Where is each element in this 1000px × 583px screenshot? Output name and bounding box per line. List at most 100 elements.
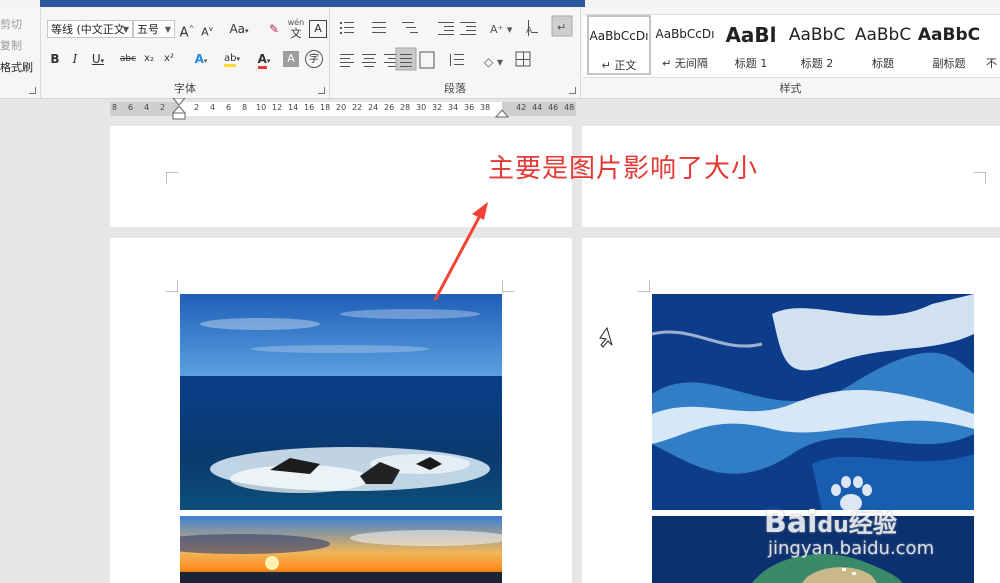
ruler-number: 36 <box>464 103 475 112</box>
subscript-button[interactable]: x₂ <box>141 49 157 69</box>
ruler-number: 16 <box>304 103 315 112</box>
underline-button[interactable]: U▾ <box>87 49 109 69</box>
chevron-down-icon: ▼ <box>122 25 129 34</box>
style-sample: AaBbCcDı <box>655 27 715 41</box>
ruler-number: 12 <box>272 103 283 112</box>
style-normal[interactable]: AaBbCcDı ↵ 正文 <box>587 15 651 75</box>
font-size-dropdown[interactable]: 五号 ▼ <box>133 20 175 38</box>
ruler-number: 42 <box>516 103 527 112</box>
ribbon: 剪切 复制 格式刷 等线 (中文正文 ▼ 五号 ▼ A^ Av Aa▾ ✎ wén … <box>0 8 1000 99</box>
paragraph-group-label: 段落 <box>444 82 466 95</box>
cut-button[interactable]: 剪切 <box>0 16 22 32</box>
strikethrough-button[interactable]: abc <box>117 49 139 69</box>
grow-font-icon: A <box>179 25 189 41</box>
ruler-number: 14 <box>288 103 299 112</box>
style-more[interactable]: 不 <box>983 15 1000 75</box>
mouse-cursor-icon <box>599 327 613 348</box>
right-indent-marker-icon[interactable] <box>495 108 509 118</box>
ruler-number: 30 <box>416 103 427 112</box>
ruler-number: 20 <box>336 103 347 112</box>
ocean-rocks-image[interactable] <box>180 294 502 510</box>
char-border-button[interactable]: A <box>309 20 327 38</box>
style-title[interactable]: AaBbC 标题 <box>851 15 915 75</box>
ruler-number: 32 <box>432 103 443 112</box>
char-shading-icon: A <box>287 52 295 65</box>
style-name: 副标题 <box>932 57 966 70</box>
margin-corner-icon <box>638 280 650 292</box>
font-launcher-icon[interactable] <box>318 87 325 94</box>
shrink-font-button[interactable]: Av <box>199 19 215 39</box>
highlight-button[interactable]: ab▾ <box>217 49 247 69</box>
clear-formatting-button[interactable]: ✎ <box>265 19 283 39</box>
copy-button[interactable]: 复制 <box>0 37 22 53</box>
cut-label: 剪切 <box>0 18 22 31</box>
style-heading-1[interactable]: AaBl 标题 1 <box>719 15 783 75</box>
ruler-number: 8 <box>242 103 248 112</box>
styles-group-label: 样式 <box>779 82 802 95</box>
superscript-button[interactable]: x² <box>161 49 177 69</box>
font-group-label: 字体 <box>174 82 196 95</box>
font-color-button[interactable]: A▾ <box>251 49 277 69</box>
watermark-brand-text: Bai <box>764 505 818 540</box>
italic-icon: I <box>72 52 78 66</box>
bold-icon: B <box>50 52 60 66</box>
ruler-number: 26 <box>384 103 395 112</box>
italic-button[interactable]: I <box>67 49 83 69</box>
highlight-icon: ab <box>224 53 237 67</box>
ruler-number: 22 <box>352 103 363 112</box>
style-heading-2[interactable]: AaBbC 标题 2 <box>785 15 849 75</box>
pinyin-bottom: 文 <box>290 27 302 40</box>
sunset-illustration <box>180 516 502 583</box>
ruler-number: 6 <box>128 103 134 112</box>
horizontal-ruler[interactable]: 8 6 4 2 2 4 6 8 10 12 14 16 18 20 22 24 … <box>110 98 576 120</box>
title-bar <box>0 0 1000 8</box>
text-effects-button[interactable]: A▾ <box>189 49 213 69</box>
enclose-char-icon: 字 <box>309 54 319 65</box>
annotation-arrow-icon <box>433 202 488 301</box>
ruler-number: 4 <box>210 103 216 112</box>
ruler-number: 48 <box>564 103 575 112</box>
ruler-number: 28 <box>400 103 411 112</box>
style-name: 不 <box>986 57 997 70</box>
chevron-down-icon: ▼ <box>164 25 171 34</box>
font-name-dropdown[interactable]: 等线 (中文正文 ▼ <box>47 20 133 38</box>
char-border-icon: A <box>314 22 322 35</box>
phonetic-guide-button[interactable]: wén 文 <box>287 18 305 42</box>
ruler-number: 24 <box>368 103 379 112</box>
baidu-watermark: Baidu经验 jingyan.baidu.com <box>764 476 1000 583</box>
char-shading-button[interactable]: A <box>283 51 299 67</box>
enclose-char-button[interactable]: 字 <box>305 50 323 68</box>
change-case-icon: Aa <box>229 22 246 36</box>
clipboard-launcher-icon[interactable] <box>29 87 36 94</box>
clipboard-group: 剪切 复制 格式刷 <box>0 8 41 98</box>
indent-marker-icon[interactable] <box>172 98 186 122</box>
margin-corner-icon <box>166 172 178 184</box>
paragraph-launcher-icon[interactable] <box>569 87 576 94</box>
grow-font-button[interactable]: A^ <box>179 19 195 41</box>
style-name: 标题 2 <box>800 57 834 70</box>
svg-text:A: A <box>526 26 533 36</box>
sunset-image[interactable] <box>180 516 502 583</box>
ruler-number: 34 <box>448 103 459 112</box>
margin-corner-icon <box>974 172 986 184</box>
styles-gallery: AaBbCcDı ↵ 正文 AaBbCcDı ↵ 无间隔 AaBl 标题 1 A… <box>583 14 1000 78</box>
style-no-spacing[interactable]: AaBbCcDı ↵ 无间隔 <box>653 15 717 75</box>
font-color-icon: A <box>257 52 267 69</box>
style-name: 标题 1 <box>734 57 768 70</box>
eraser-icon: ✎ <box>268 22 280 36</box>
bold-button[interactable]: B <box>47 49 63 69</box>
watermark-brand: Baidu经验 <box>764 504 897 540</box>
format-painter-button[interactable]: 格式刷 <box>0 59 33 75</box>
style-sample: AaBbCcDı <box>589 29 649 43</box>
ruler-number: 6 <box>226 103 232 112</box>
subscript-icon: x₂ <box>144 53 154 64</box>
annotation-text: 主要是图片影响了大小 <box>488 154 759 184</box>
style-subtitle[interactable]: AaBbC 副标题 <box>917 15 981 75</box>
watermark-du-glyph: du <box>817 513 849 538</box>
underline-icon: U <box>91 52 101 66</box>
svg-text:A⁺ ▾: A⁺ ▾ <box>490 23 513 36</box>
change-case-button[interactable]: Aa▾ <box>225 19 253 39</box>
font-name-value: 等线 (中文正文 <box>51 23 125 36</box>
margin-corner-icon <box>502 280 514 292</box>
style-name: 标题 <box>872 57 894 70</box>
